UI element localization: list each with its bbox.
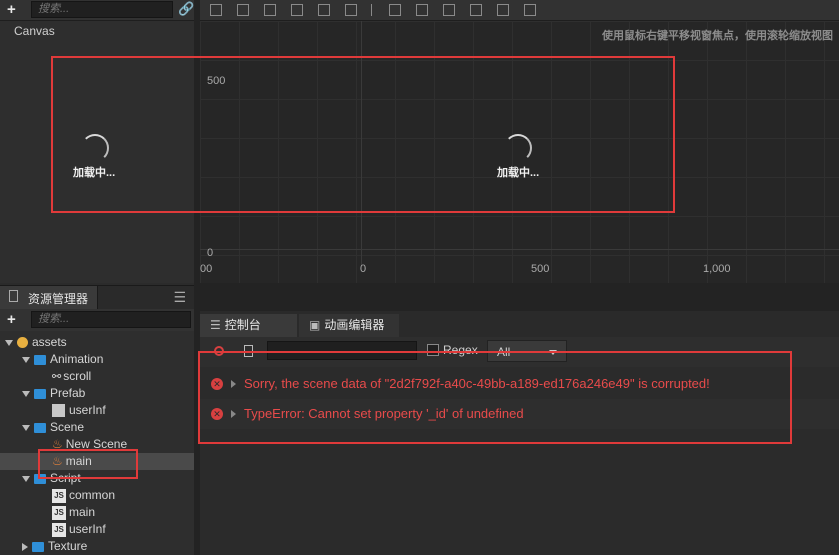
scene-x-axis: [200, 249, 839, 250]
y-tick-label: 0: [207, 247, 214, 259]
tab-animation-editor[interactable]: ▣ 动画编辑器: [299, 314, 399, 337]
expand-icon[interactable]: [22, 390, 30, 397]
folder-icon: [34, 354, 46, 365]
align-left-icon[interactable]: [291, 4, 303, 16]
align-hcenter-icon[interactable]: [318, 4, 330, 16]
tree-item-main-script[interactable]: JS main: [52, 504, 95, 521]
add-node-button[interactable]: +: [7, 2, 16, 17]
expand-icon[interactable]: [22, 424, 30, 431]
tree-item-label: userInf: [69, 403, 106, 417]
tree-item-userinf-prefab[interactable]: userInf: [52, 402, 106, 419]
console-tabs: ☰ 控制台 ▣ 动画编辑器: [200, 311, 839, 337]
scene-hint: 使用鼠标右键平移视窗焦点，使用滚轮缩放视图: [602, 30, 833, 42]
hierarchy-toolbar: + 搜索... 🔗: [0, 0, 194, 21]
align-bottom-icon[interactable]: [264, 4, 276, 16]
assets-panel-title: 资源管理器: [28, 292, 89, 306]
tree-item-scene[interactable]: Scene: [22, 419, 84, 436]
js-file-icon: JS: [52, 505, 66, 520]
tab-label: 控制台: [224, 318, 261, 332]
tree-item-label: assets: [32, 335, 67, 349]
expand-icon[interactable]: [5, 339, 13, 346]
tree-item-texture[interactable]: Texture: [22, 538, 87, 555]
folder-icon: [34, 388, 46, 399]
align-right-icon[interactable]: [345, 4, 357, 16]
js-file-icon: JS: [52, 522, 66, 537]
align-top-icon[interactable]: [210, 4, 222, 16]
x-tick-label: 00: [200, 263, 213, 275]
hierarchy-search-input[interactable]: 搜索...: [31, 1, 173, 18]
x-tick-label: 1,000: [703, 263, 731, 275]
prefab-icon: [52, 404, 65, 418]
x-tick-label: 500: [531, 263, 550, 275]
expand-icon[interactable]: [22, 356, 30, 363]
document-icon: [9, 290, 18, 302]
tree-item-userinf-script[interactable]: JS userInf: [52, 521, 106, 538]
folder-icon: [32, 541, 44, 552]
panel-divider[interactable]: [200, 283, 839, 311]
folder-icon: [34, 422, 46, 433]
annotation-box-errors: [198, 351, 792, 444]
tab-assets[interactable]: 资源管理器: [0, 286, 98, 309]
assets-toolbar: + 搜索...: [0, 309, 194, 331]
annotation-box-loading: [51, 56, 675, 213]
tree-item-animation[interactable]: Animation: [22, 351, 103, 368]
tree-item-assets[interactable]: assets: [5, 334, 67, 351]
menu-icon[interactable]: ☰: [173, 289, 186, 306]
annotation-box-main: [38, 449, 138, 479]
db-icon: [17, 337, 28, 349]
tree-item-prefab[interactable]: Prefab: [22, 385, 85, 402]
distribute-left-icon[interactable]: [470, 4, 482, 16]
distribute-right-icon[interactable]: [524, 4, 536, 16]
tree-item-label: Animation: [50, 352, 104, 366]
x-tick-label: 0: [360, 263, 367, 275]
create-asset-button[interactable]: +: [7, 312, 16, 327]
distribute-vcenter-icon[interactable]: [416, 4, 428, 16]
tree-item-label: Prefab: [50, 386, 86, 400]
collapsed-icon[interactable]: [22, 542, 28, 551]
distribute-top-icon[interactable]: [389, 4, 401, 16]
tab-label: 动画编辑器: [324, 318, 385, 332]
tree-item-label: common: [69, 488, 116, 502]
hierarchy-node-canvas[interactable]: Canvas: [14, 24, 55, 38]
assets-search-input[interactable]: 搜索...: [31, 311, 191, 328]
distribute-bottom-icon[interactable]: [443, 4, 455, 16]
tree-item-common[interactable]: JS common: [52, 487, 115, 504]
align-vcenter-icon[interactable]: [237, 4, 249, 16]
scene-toolbar: [200, 0, 839, 21]
animation-clip-icon: ⚯: [52, 371, 62, 383]
distribute-hcenter-icon[interactable]: [497, 4, 509, 16]
link-icon[interactable]: 🔗: [178, 1, 194, 17]
js-file-icon: JS: [52, 488, 66, 503]
assets-tree: assets Animation ⚯ scroll Prefab userInf …: [0, 331, 194, 555]
tree-item-label: userInf: [69, 522, 106, 536]
film-icon: ▣: [309, 318, 321, 332]
tree-item-label: Texture: [48, 539, 88, 553]
tree-item-label: Scene: [50, 420, 85, 434]
tree-item-label: scroll: [63, 369, 92, 383]
tree-item-scroll[interactable]: ⚯ scroll: [52, 368, 91, 385]
console-icon: ☰: [210, 318, 221, 332]
toolbar-separator: [371, 4, 372, 16]
tab-console[interactable]: ☰ 控制台: [200, 314, 297, 337]
tree-item-label: main: [69, 505, 96, 519]
expand-icon[interactable]: [22, 475, 30, 482]
